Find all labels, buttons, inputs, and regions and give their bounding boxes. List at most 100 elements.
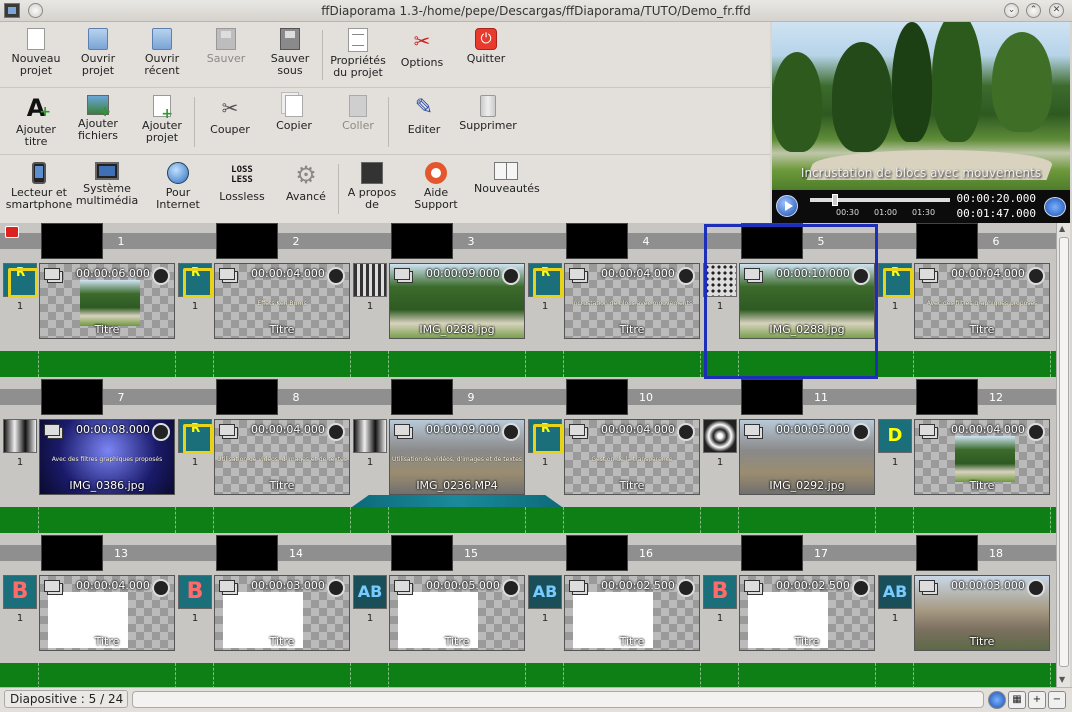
- timeline-vertical-scrollbar[interactable]: ▲ ▼: [1056, 223, 1070, 687]
- slide-thumbnail[interactable]: 00:00:05.000 Titre: [389, 575, 525, 651]
- slide-thumbnail-header: [41, 535, 103, 571]
- slide-thumbnail[interactable]: 00:00:06.000 Titre: [39, 263, 175, 339]
- toolbar-coller-button[interactable]: Coller: [326, 93, 390, 151]
- play-button[interactable]: [776, 195, 798, 217]
- toolbar-fichiers-button[interactable]: Ajouter fichiers: [66, 93, 130, 151]
- slide-thumbnail[interactable]: 00:00:04.000 Avec des filtres graphiques …: [914, 263, 1050, 339]
- toolbar-row-edit: AAjouter titre Ajouter fichiers Ajouter pr…: [0, 89, 770, 155]
- transition-icon[interactable]: [353, 263, 387, 297]
- paste-icon: [349, 95, 367, 117]
- toolbar-quitter-button[interactable]: ⏻ Quitter: [454, 26, 518, 84]
- toolbar-titre-button[interactable]: AAjouter titre: [4, 93, 68, 151]
- toolbar-options-button[interactable]: ✂ Options: [390, 26, 454, 84]
- transition-icon[interactable]: B: [3, 575, 37, 609]
- toolbar-internet-button[interactable]: Pour Internet: [146, 160, 210, 218]
- toolbar-coller-label: Coller: [342, 119, 374, 132]
- toolbar-avance-button[interactable]: ⚙ Avancé: [274, 160, 338, 218]
- slide-number: 14: [289, 547, 303, 560]
- transition-icon[interactable]: [178, 419, 213, 454]
- slide-thumbnail-header: [216, 535, 278, 571]
- toolbar-recent-button[interactable]: Ouvrir récent: [130, 26, 194, 84]
- minimize-button[interactable]: ⌄: [1004, 3, 1019, 18]
- trash-icon: [480, 95, 496, 117]
- layers-icon: [44, 424, 60, 436]
- music-divider: [913, 663, 915, 687]
- transition-icon[interactable]: [528, 263, 563, 298]
- grid-view-icon[interactable]: ▦: [1008, 691, 1026, 709]
- timeline-horizontal-scrollbar[interactable]: [132, 691, 984, 708]
- open-folder-icon: [88, 28, 108, 50]
- close-button[interactable]: ✕: [1049, 3, 1064, 18]
- scrollbar-thumb[interactable]: [1059, 237, 1069, 667]
- music-track[interactable]: [0, 507, 1056, 533]
- slide-thumbnail[interactable]: 00:00:05.000 IMG_0292.jpg: [739, 419, 875, 495]
- transition-icon[interactable]: [878, 263, 913, 298]
- toolbar-nouveautes-button[interactable]: Nouveautés: [474, 160, 540, 218]
- toolbar-props-button[interactable]: Propriétés du projet: [326, 26, 390, 84]
- transition-icon[interactable]: [3, 419, 37, 453]
- slide-text: Utilisation de vidéos, d'images et de te…: [392, 456, 522, 463]
- maximize-button[interactable]: ⌃: [1026, 3, 1041, 18]
- slide-thumbnail[interactable]: 00:00:03.000 Titre: [914, 575, 1050, 651]
- toolbar-systeme-button[interactable]: Système multimédia: [72, 160, 142, 218]
- transition-icon[interactable]: [178, 263, 213, 298]
- toolbar-couper-button[interactable]: ✂ Couper: [198, 93, 262, 151]
- snapshot-camera-icon[interactable]: [1044, 197, 1066, 217]
- slide-thumbnail-header: [391, 379, 453, 415]
- slide-thumbnail[interactable]: 00:00:04.000 Utilisation de vidéos, d'ima…: [214, 419, 350, 495]
- toolbar-separator: [388, 97, 389, 147]
- timeline-scrubber[interactable]: [810, 194, 950, 206]
- toolbar-sauversous-button[interactable]: Sauver sous: [258, 26, 322, 84]
- transition-icon[interactable]: [703, 419, 737, 453]
- transition-icon[interactable]: B: [703, 575, 737, 609]
- zoom-out-icon[interactable]: −: [1048, 691, 1066, 709]
- slide-thumbnail[interactable]: 00:00:04.000 Effets Ken Burns Titre: [214, 263, 350, 339]
- transition-icon[interactable]: D: [878, 419, 912, 453]
- toolbar-separator: [338, 164, 339, 214]
- slide-thumbnail[interactable]: 00:00:04.000 Titre: [914, 419, 1050, 495]
- music-track[interactable]: [0, 663, 1056, 687]
- slide-duration: 00:00:03.000: [251, 579, 325, 592]
- toolbar-ouvrir-button[interactable]: Ouvrir projet: [66, 26, 130, 84]
- music-track[interactable]: [0, 351, 1056, 377]
- toolbar-apropos-button[interactable]: A propos de: [340, 160, 404, 218]
- slide-thumbnail[interactable]: 00:00:04.000 Titre: [39, 575, 175, 651]
- slide-thumbnail[interactable]: 00:00:09.000 Utilisation de vidéos, d'ima…: [389, 419, 525, 495]
- toolbar-nouveau-button[interactable]: Nouveau projet: [4, 26, 68, 84]
- toolbar-lossless-button[interactable]: LOSS LESS Lossless: [210, 160, 274, 218]
- toolbar-ajprojet-label: Ajouter projet: [142, 119, 182, 144]
- transition-icon[interactable]: [528, 419, 563, 454]
- transition-icon[interactable]: AB: [528, 575, 562, 609]
- toolbar-sauver-button[interactable]: Sauver: [194, 26, 258, 84]
- slide-thumbnail[interactable]: 00:00:08.000 Avec des filtres graphiques …: [39, 419, 175, 495]
- add-project-icon: [153, 95, 173, 122]
- slide-thumbnail[interactable]: 00:00:09.000 IMG_0288.jpg: [389, 263, 525, 339]
- transition-icon[interactable]: AB: [353, 575, 387, 609]
- toolbar-lecteur-button[interactable]: Lecteur et smartphone: [4, 160, 74, 218]
- transition-icon[interactable]: B: [178, 575, 212, 609]
- scroll-down-icon[interactable]: ▼: [1059, 675, 1065, 684]
- toolbar-editer-button[interactable]: ✎ Editer: [392, 93, 456, 151]
- transition-count: 1: [716, 457, 724, 468]
- slide-thumbnail[interactable]: 00:00:02.500 Titre: [564, 575, 700, 651]
- scrubber-thumb[interactable]: [832, 194, 838, 206]
- slide-duration: 00:00:04.000: [251, 423, 325, 436]
- play-small-icon[interactable]: [988, 691, 1006, 709]
- transition-count: 1: [541, 457, 549, 468]
- gear-icon: ⚙: [295, 161, 317, 189]
- transition-icon[interactable]: [3, 263, 38, 298]
- about-icon: [361, 162, 383, 184]
- toolbar-copier-button[interactable]: Copier: [262, 93, 326, 151]
- transition-icon[interactable]: [353, 419, 387, 453]
- toolbar-ajprojet-button[interactable]: Ajouter projet: [130, 93, 194, 151]
- slide-thumbnail-header: [216, 223, 278, 259]
- scroll-up-icon[interactable]: ▲: [1059, 224, 1065, 233]
- transition-icon[interactable]: AB: [878, 575, 912, 609]
- zoom-in-icon[interactable]: +: [1028, 691, 1046, 709]
- slide-thumbnail[interactable]: 00:00:03.000 Titre: [214, 575, 350, 651]
- toolbar-supprimer-button[interactable]: Supprimer: [456, 93, 520, 151]
- slide-thumbnail[interactable]: 00:00:04.000 Gestion de la transparence Ti…: [564, 419, 700, 495]
- slide-thumbnail[interactable]: 00:00:02.500 Titre: [739, 575, 875, 651]
- toolbar-aide-button[interactable]: Aide Support: [404, 160, 468, 218]
- slide-thumbnail[interactable]: 00:00:04.000 Incrustation de blocs avec m…: [564, 263, 700, 339]
